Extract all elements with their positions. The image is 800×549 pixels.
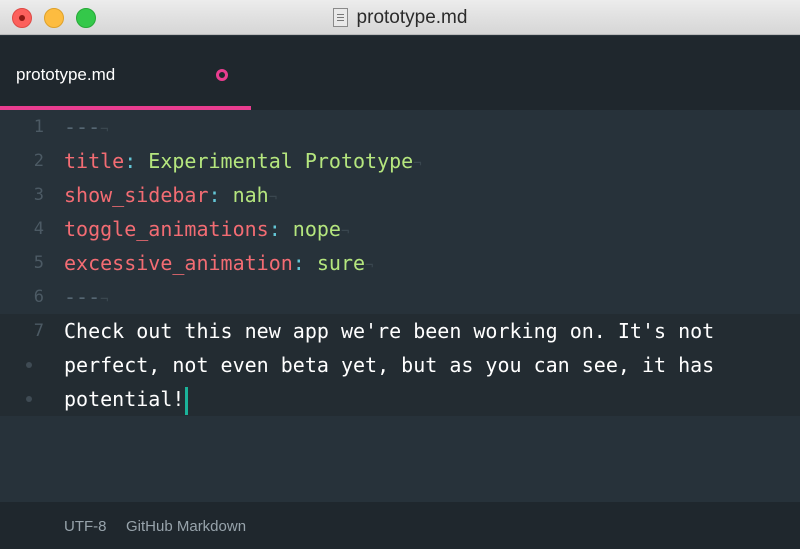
editor-line[interactable]: 5 excessive_animation: sure¬ bbox=[0, 246, 800, 280]
paragraph-text: perfect, not even beta yet, but as you c… bbox=[64, 353, 715, 377]
editor-window: prototype.md prototype.md 1 ---¬ 2 title… bbox=[0, 0, 800, 549]
window-title: prototype.md bbox=[356, 6, 468, 28]
line-number: 1 bbox=[33, 117, 44, 137]
yaml-key: show_sidebar bbox=[64, 183, 209, 207]
encoding-indicator[interactable]: UTF-8 bbox=[64, 518, 107, 535]
line-code: excessive_animation: sure¬ bbox=[64, 246, 373, 283]
line-number: 4 bbox=[33, 219, 44, 239]
editor-line[interactable]: 2 title: Experimental Prototype¬ bbox=[0, 144, 800, 178]
eol-marker: ¬ bbox=[413, 156, 422, 172]
yaml-value: nah bbox=[220, 183, 269, 207]
eol-marker: ¬ bbox=[100, 122, 109, 138]
tab-bar: prototype.md bbox=[0, 36, 800, 110]
yaml-value: Experimental Prototype bbox=[136, 149, 414, 173]
eol-marker: ¬ bbox=[365, 258, 374, 274]
line-code: ---¬ bbox=[64, 280, 109, 317]
document-icon bbox=[332, 8, 348, 27]
line-number: 3 bbox=[33, 185, 44, 205]
line-number: 2 bbox=[33, 151, 44, 171]
syntax-indicator[interactable]: GitHub Markdown bbox=[126, 518, 246, 535]
circle-icon[interactable] bbox=[216, 69, 228, 81]
line-number: 5 bbox=[33, 253, 44, 273]
wrap-bullet-icon bbox=[26, 362, 32, 368]
frontmatter-delimiter: --- bbox=[64, 285, 101, 309]
paragraph-text-last: potential! bbox=[64, 382, 189, 416]
title-bar[interactable]: prototype.md bbox=[0, 0, 800, 35]
yaml-key: toggle_animations bbox=[64, 217, 269, 241]
line-number: 7 bbox=[33, 321, 44, 341]
paragraph-text: Check out this new app we're been workin… bbox=[64, 319, 715, 343]
status-bar: UTF-8 GitHub Markdown bbox=[0, 502, 800, 549]
tab-label: prototype.md bbox=[16, 65, 116, 84]
yaml-colon: : bbox=[124, 149, 137, 173]
line-code: toggle_animations: nope¬ bbox=[64, 212, 349, 249]
yaml-value: nope bbox=[280, 217, 341, 241]
editor-line[interactable]: 3 show_sidebar: nah¬ bbox=[0, 178, 800, 212]
eol-marker: ¬ bbox=[100, 292, 109, 308]
line-code: show_sidebar: nah¬ bbox=[64, 178, 277, 215]
editor-line-active[interactable]: 7 Check out this new app we're been work… bbox=[0, 314, 800, 416]
editor-line[interactable]: 1 ---¬ bbox=[0, 110, 800, 144]
text-editor[interactable]: 1 ---¬ 2 title: Experimental Prototype¬ … bbox=[0, 110, 800, 500]
window-title-group: prototype.md bbox=[0, 0, 800, 35]
text-cursor bbox=[185, 386, 189, 415]
yaml-key: title bbox=[64, 149, 125, 173]
eol-marker: ¬ bbox=[268, 190, 278, 206]
yaml-colon: : bbox=[268, 217, 281, 241]
editor-line[interactable]: 4 toggle_animations: nope¬ bbox=[0, 212, 800, 246]
yaml-key: excessive_animation bbox=[64, 251, 293, 275]
editor-line[interactable]: 6 ---¬ bbox=[0, 280, 800, 314]
wrap-bullet-icon bbox=[26, 396, 32, 402]
yaml-value: sure bbox=[304, 251, 366, 275]
frontmatter-delimiter: --- bbox=[64, 115, 101, 139]
line-code: title: Experimental Prototype¬ bbox=[64, 144, 422, 181]
yaml-colon: : bbox=[292, 251, 305, 275]
yaml-colon: : bbox=[208, 183, 221, 207]
tab-prototype-md[interactable]: prototype.md bbox=[0, 36, 251, 110]
paragraph-text: potential! bbox=[64, 387, 185, 411]
line-number: 6 bbox=[33, 287, 44, 307]
eol-marker: ¬ bbox=[340, 224, 350, 240]
line-code: ---¬ bbox=[64, 110, 109, 147]
